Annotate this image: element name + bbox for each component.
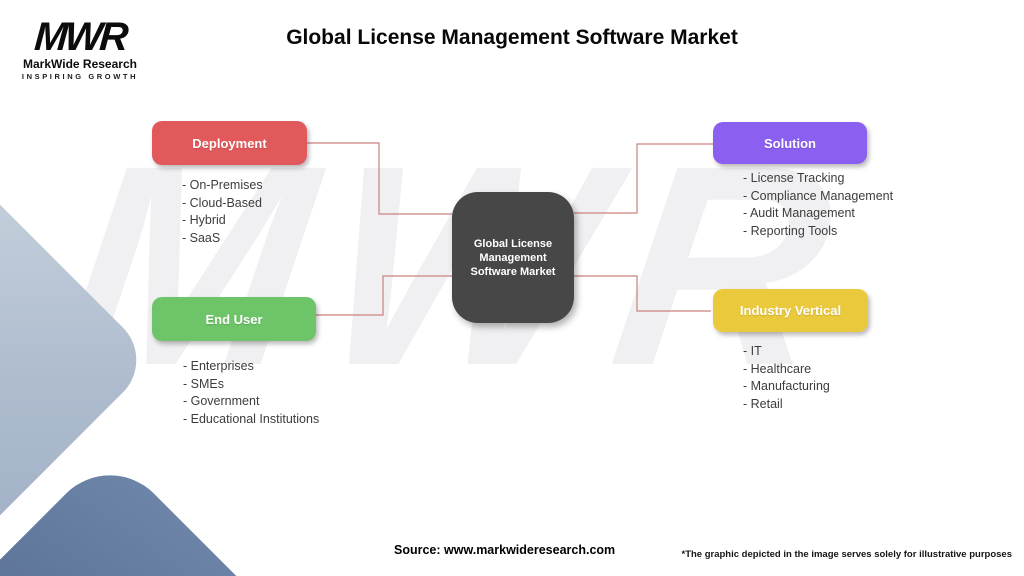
branch-items-industry-vertical: - IT - Healthcare - Manufacturing - Reta… <box>743 343 830 413</box>
connector-industry-vertical <box>574 275 711 312</box>
branch-pill-industry-vertical: Industry Vertical <box>713 289 868 332</box>
branch-items-deployment: - On-Premises - Cloud-Based - Hybrid - S… <box>182 177 263 247</box>
list-item: - SaaS <box>182 230 221 245</box>
list-item: - Cloud-Based <box>182 195 262 210</box>
center-node-line: Management <box>479 251 547 264</box>
list-item: - License Tracking <box>743 171 845 185</box>
list-item: - Reporting Tools <box>743 223 838 238</box>
branch-items-end-user: - Enterprises - SMEs - Government - Educ… <box>183 358 319 428</box>
list-item: - Hybrid <box>182 213 226 227</box>
branch-items-solution: - License Tracking - Compliance Manageme… <box>743 170 893 240</box>
center-node: Global License Management Software Marke… <box>452 192 574 323</box>
markwide-logo: MWR MarkWide Research INSPIRING GROWTH <box>18 15 142 81</box>
branch-pill-deployment: Deployment <box>152 121 307 165</box>
connector-end-user <box>316 275 452 316</box>
connector-solution <box>574 143 713 214</box>
mwr-logo-icon: MWR <box>32 15 128 59</box>
page-title: Global License Management Software Marke… <box>286 26 738 49</box>
list-item: - Compliance Management <box>743 188 894 203</box>
branch-pill-solution: Solution <box>713 122 867 164</box>
logo-name: MarkWide Research <box>23 57 137 71</box>
center-node-line: Software Market <box>470 265 556 278</box>
infographic-canvas: MWR MWR MarkWide Research INSPIRING GROW… <box>0 0 1024 576</box>
list-item: - Healthcare <box>743 361 812 376</box>
list-item: - Manufacturing <box>743 379 830 393</box>
list-item: - On-Premises <box>182 178 263 192</box>
list-item: - Enterprises <box>183 359 254 373</box>
center-node-line: Global License <box>473 237 553 250</box>
list-item: - Retail <box>743 396 783 411</box>
list-item: - Government <box>183 394 260 408</box>
disclaimer-text: *The graphic depicted in the image serve… <box>681 549 1013 560</box>
list-item: - SMEs <box>183 376 224 391</box>
list-item: - Audit Management <box>743 206 855 220</box>
list-item: - Educational Institutions <box>183 411 320 426</box>
source-text: Source: www.markwideresearch.com <box>394 543 616 557</box>
list-item: - IT <box>743 344 762 358</box>
connector-deployment <box>307 142 452 215</box>
branch-pill-end-user: End User <box>152 297 316 341</box>
logo-tagline: INSPIRING GROWTH <box>21 72 139 81</box>
